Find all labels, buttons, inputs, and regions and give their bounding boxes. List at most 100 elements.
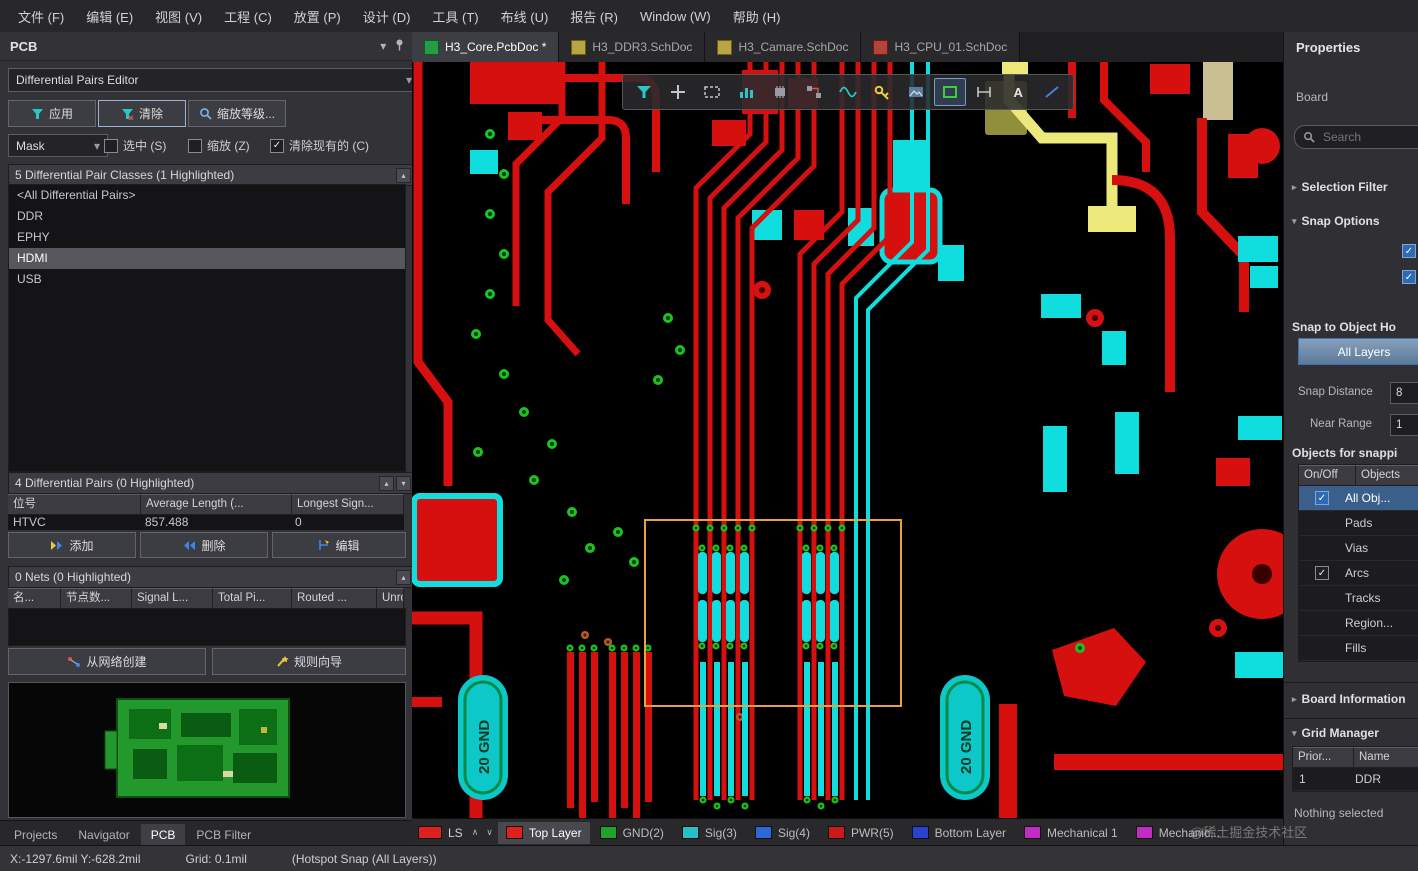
measure-tool-icon[interactable] xyxy=(968,78,1000,106)
scroll-down-icon[interactable]: ▾ xyxy=(396,475,411,491)
search-input[interactable] xyxy=(1321,129,1405,145)
properties-search[interactable] xyxy=(1294,125,1418,149)
clear-button[interactable]: 清除 xyxy=(98,100,186,127)
layer-tab-sig4[interactable]: Sig(4) xyxy=(747,822,818,844)
class-item-all-differential-pairs[interactable]: <All Differential Pairs> xyxy=(9,185,405,206)
interactive-routing-tool-icon[interactable] xyxy=(730,78,762,106)
layer-tab-mechanical-2[interactable]: Mechanic... xyxy=(1128,822,1228,844)
add-button[interactable]: 添加 xyxy=(8,532,136,558)
select-area-tool-icon[interactable] xyxy=(696,78,728,106)
near-range-field[interactable]: 1 xyxy=(1390,414,1418,436)
section-grid-manager[interactable]: ▾ Grid Manager xyxy=(1292,726,1379,740)
panel-tab-navigator[interactable]: Navigator xyxy=(68,824,139,846)
menu-item-file[interactable]: 文件 (F) xyxy=(8,2,74,31)
doc-tab-h3-ddr3-schdoc[interactable]: H3_DDR3.SchDoc xyxy=(559,32,706,62)
panel-pin-icon[interactable] xyxy=(395,39,404,53)
menu-item-edit[interactable]: 编辑 (E) xyxy=(76,2,143,31)
pcb-canvas[interactable]: 20 GND 20 GND xyxy=(412,62,1283,818)
snap-object-row-fills[interactable]: Fills xyxy=(1299,636,1418,661)
section-snap-options[interactable]: ▾ Snap Options xyxy=(1292,214,1380,228)
component-tool-icon[interactable] xyxy=(764,78,796,106)
filter-tool-icon[interactable] xyxy=(628,78,660,106)
menu-item-project[interactable]: 工程 (C) xyxy=(214,2,282,31)
zoom-level-button[interactable]: 缩放等级... xyxy=(188,100,286,127)
edit-button[interactable]: 编辑 xyxy=(272,532,406,558)
net-tool-icon[interactable] xyxy=(798,78,830,106)
rule-wizard-button[interactable]: 规则向导 xyxy=(212,648,406,675)
line-tool-icon[interactable] xyxy=(1036,78,1068,106)
panel-tab-pcb-filter[interactable]: PCB Filter xyxy=(186,824,261,846)
section-selection-filter[interactable]: ▸ Selection Filter xyxy=(1292,180,1388,194)
select-rect-tool-icon[interactable] xyxy=(934,78,966,106)
clear-existing-checkbox[interactable]: ✓ 清除现有的 (C) xyxy=(270,137,369,154)
board-preview[interactable] xyxy=(8,682,406,818)
panel-tab-projects[interactable]: Projects xyxy=(4,824,67,846)
scroll-up-icon[interactable]: ▴ xyxy=(379,475,394,491)
remove-button[interactable]: 删除 xyxy=(140,532,268,558)
move-tool-icon[interactable] xyxy=(662,78,694,106)
nets-col-name[interactable]: 名... xyxy=(8,588,61,609)
snap-distance-field[interactable]: 8 xyxy=(1390,382,1418,404)
gnd-pad-right[interactable]: 20 GND xyxy=(940,675,990,800)
class-item-ephy[interactable]: EPHY xyxy=(9,227,405,248)
snap-object-row-pads[interactable]: Pads xyxy=(1299,511,1418,536)
pcb-canvas-area[interactable]: 20 GND 20 GND A xyxy=(412,62,1283,818)
panel-options-icon[interactable]: ▾ xyxy=(380,40,386,52)
menu-item-window[interactable]: Window (W) xyxy=(630,4,721,29)
scroll-up-icon[interactable]: ▴ xyxy=(396,569,411,585)
snap-object-row-tracks[interactable]: Tracks xyxy=(1299,586,1418,611)
pairs-col-longest-signal[interactable]: Longest Sign... xyxy=(292,494,404,515)
text-tool-icon[interactable]: A xyxy=(1002,78,1034,106)
pairs-col-designator[interactable]: 位号 xyxy=(8,494,141,515)
current-layer-swatch[interactable] xyxy=(418,826,442,839)
snap-object-row-all[interactable]: ✓ All Obj... xyxy=(1299,486,1418,511)
editor-mode-select[interactable]: Differential Pairs Editor ▾ xyxy=(8,68,420,92)
snap-object-row-vias[interactable]: Vias xyxy=(1299,536,1418,561)
nets-col-total-pins[interactable]: Total Pi... xyxy=(213,588,292,609)
doc-tab-h3-camare-schdoc[interactable]: H3_Camare.SchDoc xyxy=(705,32,862,62)
wave-tool-icon[interactable] xyxy=(832,78,864,106)
image-tool-icon[interactable] xyxy=(900,78,932,106)
menu-item-tools[interactable]: 工具 (T) xyxy=(422,2,488,31)
nets-col-routed[interactable]: Routed ... xyxy=(292,588,377,609)
panel-tab-pcb[interactable]: PCB xyxy=(140,824,186,846)
layer-tab-pwr5[interactable]: PWR(5) xyxy=(820,822,902,844)
layer-next-icon[interactable]: ∨ xyxy=(483,827,496,838)
pairs-col-average-length[interactable]: Average Length (... xyxy=(141,494,292,515)
pairs-row[interactable]: HTVC 857.488 0 xyxy=(8,515,404,530)
menu-item-design[interactable]: 设计 (D) xyxy=(353,2,421,31)
apply-button[interactable]: 应用 xyxy=(8,100,96,127)
class-item-hdmi[interactable]: HDMI xyxy=(9,248,405,269)
gnd-pad-left[interactable]: 20 GND xyxy=(458,675,508,800)
nets-col-node-count[interactable]: 节点数... xyxy=(61,588,132,609)
mask-select[interactable]: Mask ▾ xyxy=(8,134,108,157)
snap-object-row-regions[interactable]: Region... xyxy=(1299,611,1418,636)
menu-item-reports[interactable]: 报告 (R) xyxy=(560,2,628,31)
checkbox-checked[interactable]: ✓ xyxy=(1315,566,1329,580)
create-from-nets-button[interactable]: 从网络创建 xyxy=(8,648,206,675)
nets-col-unrouted[interactable]: Unrout... xyxy=(377,588,404,609)
zoom-checkbox[interactable]: 缩放 (Z) xyxy=(188,137,250,154)
snap-col-objects[interactable]: Objects xyxy=(1356,465,1418,486)
layer-scope-button[interactable]: All Layers xyxy=(1298,338,1418,365)
menu-item-help[interactable]: 帮助 (H) xyxy=(723,2,791,31)
grid-col-priority[interactable]: Prior... xyxy=(1293,747,1354,768)
doc-tab-h3-core-pcbdoc[interactable]: H3_Core.PcbDoc * xyxy=(412,32,560,62)
nets-col-signal-length[interactable]: Signal L... xyxy=(132,588,213,609)
layer-prev-icon[interactable]: ∧ xyxy=(469,827,482,838)
key-tool-icon[interactable] xyxy=(866,78,898,106)
layer-tab-bottom-layer[interactable]: Bottom Layer xyxy=(904,822,1014,844)
class-item-usb[interactable]: USB xyxy=(9,269,405,290)
grid-row-ddr[interactable]: 1 DDR xyxy=(1293,768,1418,791)
layer-tab-mechanical-1[interactable]: Mechanical 1 xyxy=(1016,822,1126,844)
snap-col-onoff[interactable]: On/Off xyxy=(1299,465,1356,486)
snap-option-checkbox-2[interactable]: ✓ xyxy=(1402,270,1416,284)
menu-item-route[interactable]: 布线 (U) xyxy=(491,2,559,31)
select-checkbox[interactable]: 选中 (S) xyxy=(104,137,166,154)
doc-tab-h3-cpu-01-schdoc[interactable]: H3_CPU_01.SchDoc xyxy=(861,32,1021,62)
layer-tab-top-layer[interactable]: Top Layer xyxy=(497,821,590,844)
menu-item-view[interactable]: 视图 (V) xyxy=(145,2,212,31)
snap-object-row-arcs[interactable]: ✓ Arcs xyxy=(1299,561,1418,586)
snap-option-checkbox-1[interactable]: ✓ xyxy=(1402,244,1416,258)
scroll-up-icon[interactable]: ▴ xyxy=(396,167,411,183)
